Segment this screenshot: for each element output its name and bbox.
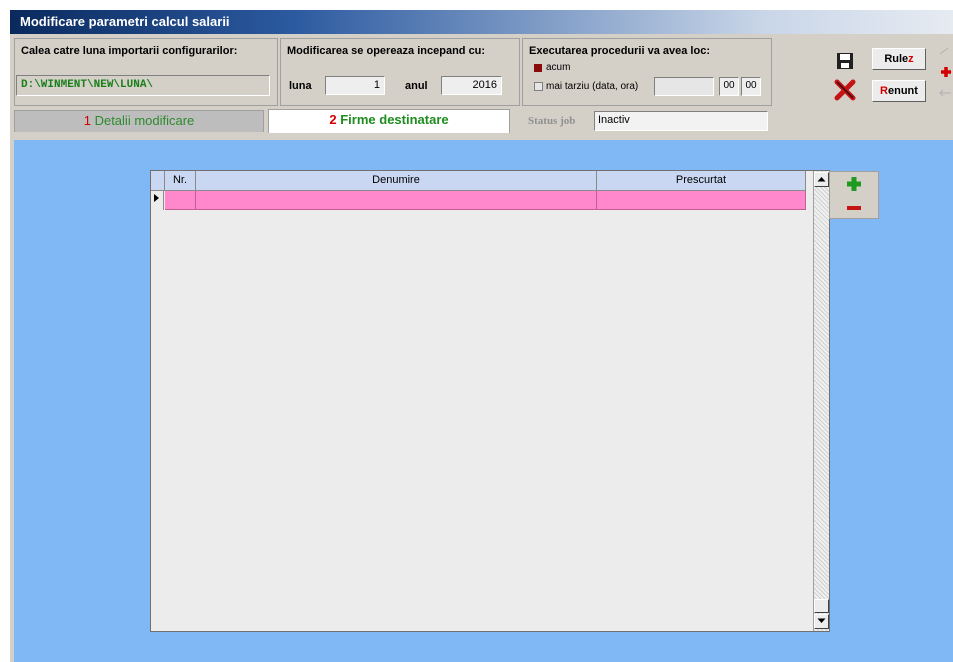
import-path-field[interactable]: D:\WINMENT\NEW\LUNA\ (16, 75, 270, 96)
cell-nr[interactable] (165, 191, 196, 210)
column-header-nr[interactable]: Nr. (165, 171, 196, 191)
option-later-label: mai tarziu (data, ora) (546, 81, 639, 92)
tab-details-label: Detalii modificare (94, 113, 195, 128)
scroll-up-icon[interactable] (814, 172, 829, 187)
scroll-thumb[interactable] (814, 599, 829, 613)
month-input[interactable]: 1 (325, 76, 385, 95)
tab-firms[interactable]: 2 Firme destinatare (268, 109, 510, 133)
status-field: Inactiv (594, 111, 768, 131)
grid-scrollbar[interactable] (813, 171, 829, 631)
arrow-left-icon (938, 88, 952, 98)
grid-corner (151, 171, 165, 191)
window-title: Modificare parametri calcul salarii (20, 14, 230, 29)
tab-details-number: 1 (83, 113, 91, 128)
column-header-denumire[interactable]: Denumire (196, 171, 597, 191)
option-later-checkbox[interactable] (534, 82, 543, 91)
add-icon[interactable] (830, 172, 878, 196)
add-remove-panel (829, 171, 879, 219)
column-header-prescurtat[interactable]: Prescurtat (597, 171, 806, 191)
later-date-input[interactable] (654, 77, 714, 96)
start-panel: Modificarea se opereaza incepand cu: (280, 38, 520, 106)
later-hour-input[interactable]: 00 (719, 77, 739, 96)
tab-firms-number: 2 (329, 112, 337, 127)
scroll-down-icon[interactable] (814, 614, 829, 629)
window-titlebar: Modificare parametri calcul salarii (10, 10, 953, 34)
save-icon[interactable] (836, 52, 854, 70)
execution-label: Executarea procedurii va avea loc: (529, 45, 710, 57)
run-hotkey: z (908, 53, 914, 65)
tab-details[interactable]: 1 Detalii modificare (14, 110, 264, 132)
plus-red-icon[interactable] (940, 66, 952, 78)
cell-denumire[interactable] (196, 191, 597, 210)
cell-prescurtat[interactable] (597, 191, 806, 210)
status-label: Status job (528, 115, 576, 127)
remove-icon[interactable] (830, 196, 878, 220)
cancel-label: enunt (888, 85, 918, 97)
import-path-label: Calea catre luna importarii configuraril… (21, 45, 238, 57)
cancel-hotkey: R (880, 85, 888, 97)
arrow-up-right-icon (938, 46, 950, 56)
cancel-x-icon[interactable] (834, 79, 856, 101)
run-button[interactable]: Rulez (872, 48, 926, 70)
option-now-radio[interactable] (534, 64, 542, 72)
year-label: anul (405, 80, 428, 92)
start-label: Modificarea se opereaza incepand cu: (287, 45, 486, 57)
option-now-label: acum (546, 62, 571, 73)
month-label: luna (289, 80, 312, 92)
row-pointer-icon (151, 191, 164, 210)
year-input[interactable]: 2016 (441, 76, 502, 95)
run-label: Rule (884, 53, 909, 65)
tab-firms-label: Firme destinatare (340, 112, 449, 127)
cancel-button[interactable]: Renunt (872, 80, 926, 102)
later-minute-input[interactable]: 00 (741, 77, 761, 96)
firms-grid[interactable]: Nr. Denumire Prescurtat (150, 170, 830, 632)
